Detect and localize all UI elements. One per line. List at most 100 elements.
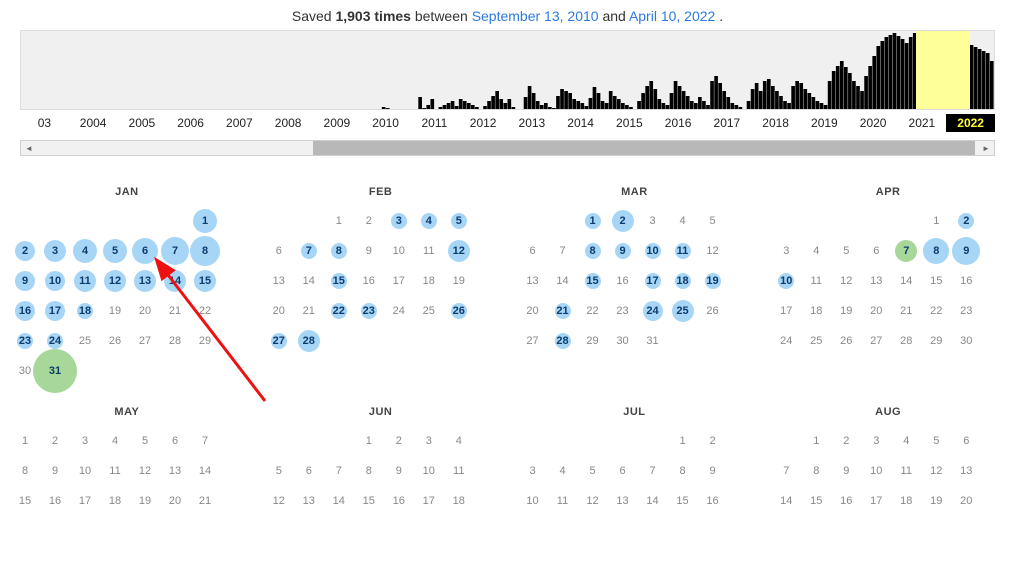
day-jul-6[interactable]: 6 [608,456,638,486]
day-feb-22[interactable]: 22 [324,296,354,326]
day-apr-18[interactable]: 18 [801,296,831,326]
year-label-2014[interactable]: 2014 [556,114,605,132]
year-label-2015[interactable]: 2015 [605,114,654,132]
year-label-2008[interactable]: 2008 [264,114,313,132]
year-label-2018[interactable]: 2018 [751,114,800,132]
day-aug-8[interactable]: 8 [801,456,831,486]
day-apr-2[interactable]: 2 [951,206,981,236]
day-mar-14[interactable]: 14 [548,266,578,296]
day-apr-25[interactable]: 25 [801,326,831,356]
day-jun-2[interactable]: 2 [384,426,414,456]
day-mar-23[interactable]: 23 [608,296,638,326]
day-may-17[interactable]: 17 [70,486,100,516]
day-feb-13[interactable]: 13 [264,266,294,296]
day-may-2[interactable]: 2 [40,426,70,456]
day-mar-4[interactable]: 4 [668,206,698,236]
day-jun-5[interactable]: 5 [264,456,294,486]
day-aug-1[interactable]: 1 [801,426,831,456]
day-jan-3[interactable]: 3 [40,236,70,266]
year-label-2006[interactable]: 2006 [166,114,215,132]
day-feb-3[interactable]: 3 [384,206,414,236]
day-may-21[interactable]: 21 [190,486,220,516]
day-may-18[interactable]: 18 [100,486,130,516]
year-label-2012[interactable]: 2012 [459,114,508,132]
day-mar-19[interactable]: 19 [698,266,728,296]
day-may-5[interactable]: 5 [130,426,160,456]
day-apr-8[interactable]: 8 [921,236,951,266]
day-aug-7[interactable]: 7 [771,456,801,486]
day-jun-1[interactable]: 1 [354,426,384,456]
day-apr-3[interactable]: 3 [771,236,801,266]
day-feb-16[interactable]: 16 [354,266,384,296]
day-apr-23[interactable]: 23 [951,296,981,326]
day-jul-9[interactable]: 9 [698,456,728,486]
day-jun-13[interactable]: 13 [294,486,324,516]
day-aug-2[interactable]: 2 [831,426,861,456]
day-jan-14[interactable]: 14 [160,266,190,296]
day-mar-5[interactable]: 5 [698,206,728,236]
day-mar-29[interactable]: 29 [578,326,608,356]
day-jun-16[interactable]: 16 [384,486,414,516]
day-jul-1[interactable]: 1 [668,426,698,456]
day-aug-16[interactable]: 16 [831,486,861,516]
day-apr-10[interactable]: 10 [771,266,801,296]
day-jul-7[interactable]: 7 [638,456,668,486]
day-feb-15[interactable]: 15 [324,266,354,296]
day-may-19[interactable]: 19 [130,486,160,516]
timeline-sparkline[interactable] [20,30,995,110]
day-jun-8[interactable]: 8 [354,456,384,486]
day-mar-1[interactable]: 1 [578,206,608,236]
day-mar-6[interactable]: 6 [518,236,548,266]
day-aug-17[interactable]: 17 [861,486,891,516]
day-aug-9[interactable]: 9 [831,456,861,486]
day-apr-24[interactable]: 24 [771,326,801,356]
day-jun-9[interactable]: 9 [384,456,414,486]
day-feb-4[interactable]: 4 [414,206,444,236]
year-label-2017[interactable]: 2017 [703,114,752,132]
day-may-10[interactable]: 10 [70,456,100,486]
day-jan-1[interactable]: 1 [190,206,220,236]
day-may-8[interactable]: 8 [10,456,40,486]
day-mar-16[interactable]: 16 [608,266,638,296]
day-apr-1[interactable]: 1 [921,206,951,236]
year-label-2005[interactable]: 2005 [118,114,167,132]
day-jan-23[interactable]: 23 [10,326,40,356]
day-jul-12[interactable]: 12 [578,486,608,516]
day-apr-20[interactable]: 20 [861,296,891,326]
day-mar-26[interactable]: 26 [698,296,728,326]
day-mar-20[interactable]: 20 [518,296,548,326]
day-apr-29[interactable]: 29 [921,326,951,356]
day-aug-19[interactable]: 19 [921,486,951,516]
day-apr-27[interactable]: 27 [861,326,891,356]
day-jun-12[interactable]: 12 [264,486,294,516]
day-feb-18[interactable]: 18 [414,266,444,296]
day-jan-15[interactable]: 15 [190,266,220,296]
day-aug-4[interactable]: 4 [891,426,921,456]
day-aug-11[interactable]: 11 [891,456,921,486]
day-jan-22[interactable]: 22 [190,296,220,326]
year-label-2004[interactable]: 2004 [69,114,118,132]
year-label-2020[interactable]: 2020 [849,114,898,132]
day-jan-11[interactable]: 11 [70,266,100,296]
day-apr-15[interactable]: 15 [921,266,951,296]
day-feb-26[interactable]: 26 [444,296,474,326]
day-jun-6[interactable]: 6 [294,456,324,486]
day-mar-12[interactable]: 12 [698,236,728,266]
day-may-15[interactable]: 15 [10,486,40,516]
year-label-2022[interactable]: 2022 [946,114,995,132]
scroll-thumb[interactable] [313,141,975,155]
day-jan-21[interactable]: 21 [160,296,190,326]
day-aug-12[interactable]: 12 [921,456,951,486]
year-label-2009[interactable]: 2009 [313,114,362,132]
day-mar-25[interactable]: 25 [668,296,698,326]
day-may-20[interactable]: 20 [160,486,190,516]
day-apr-30[interactable]: 30 [951,326,981,356]
day-mar-11[interactable]: 11 [668,236,698,266]
day-feb-14[interactable]: 14 [294,266,324,296]
day-mar-24[interactable]: 24 [638,296,668,326]
day-may-6[interactable]: 6 [160,426,190,456]
day-jan-27[interactable]: 27 [130,326,160,356]
day-jan-31[interactable]: 31 [40,356,70,386]
start-date-link[interactable]: September 13, 2010 [472,8,599,24]
day-feb-7[interactable]: 7 [294,236,324,266]
